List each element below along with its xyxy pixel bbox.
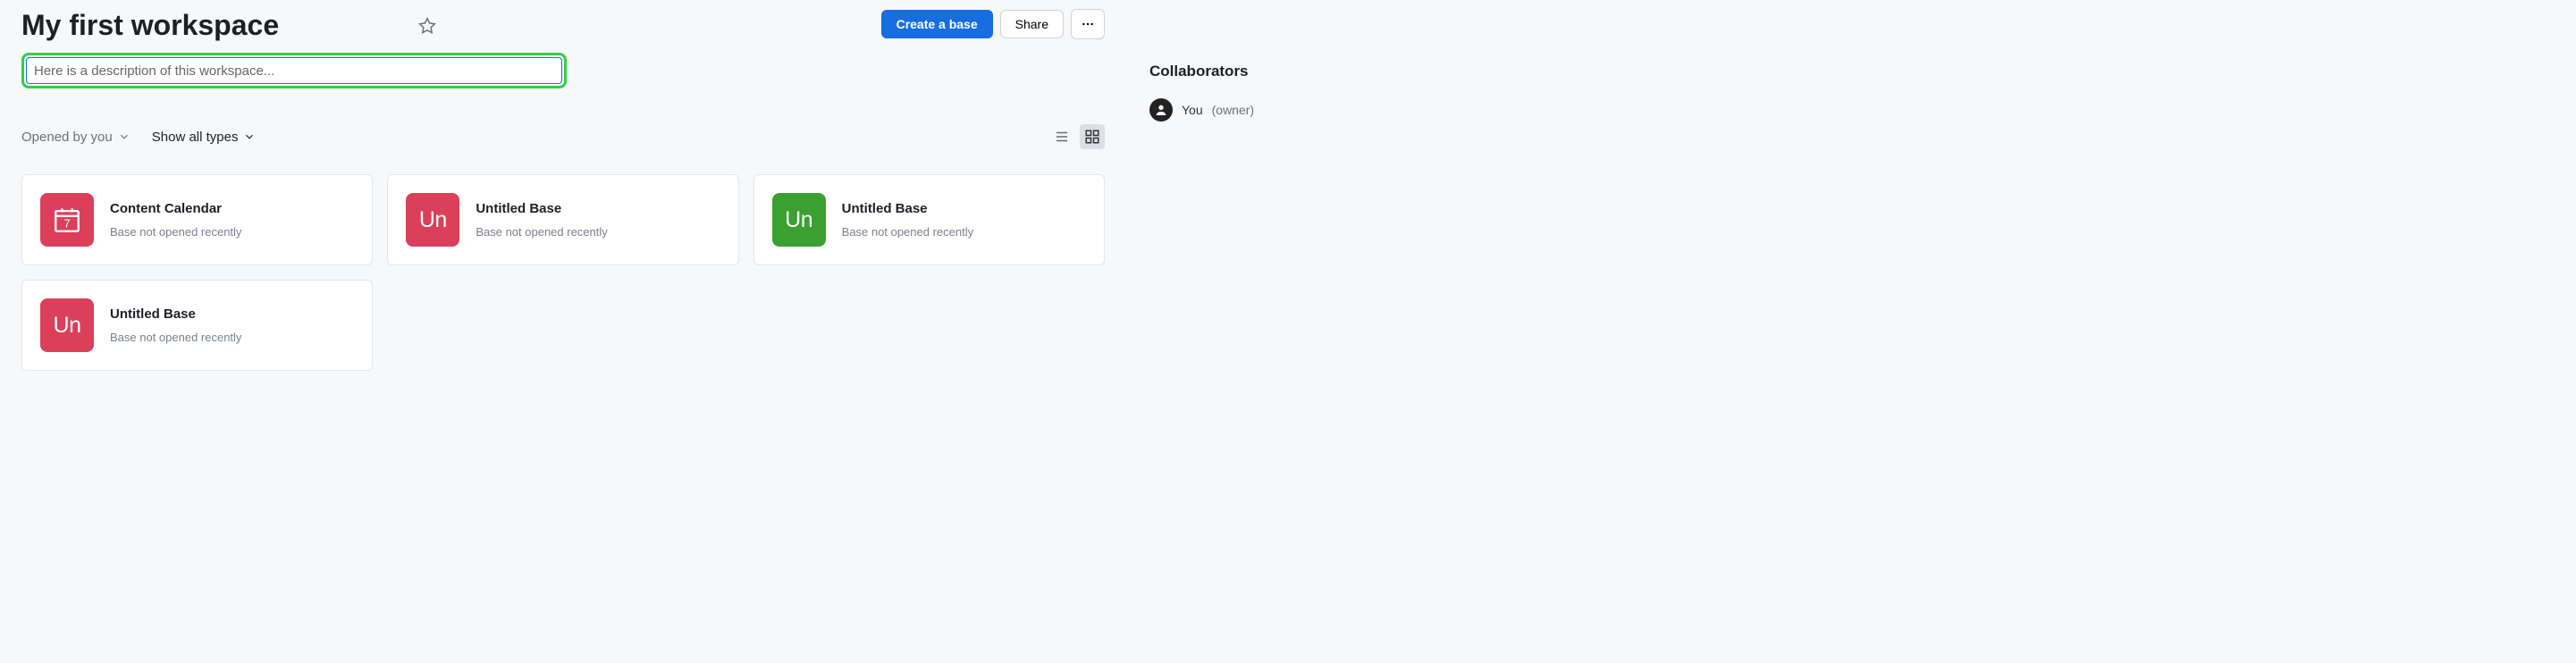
filter-label: Show all types: [152, 130, 239, 145]
sort-label: Opened by you: [21, 130, 113, 145]
base-card[interactable]: Un Untitled Base Base not opened recently: [21, 280, 373, 371]
base-card[interactable]: 7 Content Calendar Base not opened recentl…: [21, 174, 373, 265]
base-card[interactable]: Un Untitled Base Base not opened recently: [387, 174, 738, 265]
base-meta: Base not opened recently: [110, 225, 354, 239]
calendar-icon: 7: [52, 205, 82, 235]
collaborator-role: (owner): [1212, 103, 1254, 117]
base-meta: Base not opened recently: [476, 225, 720, 239]
base-abbrev: Un: [785, 207, 812, 233]
description-highlight: [21, 53, 567, 88]
base-card-body: Untitled Base Base not opened recently: [110, 306, 354, 344]
base-meta: Base not opened recently: [842, 225, 1086, 239]
base-card-body: Content Calendar Base not opened recently: [110, 201, 354, 239]
base-icon: Un: [772, 193, 826, 247]
share-button[interactable]: Share: [1000, 10, 1064, 38]
base-icon: Un: [40, 298, 94, 352]
base-abbrev: Un: [54, 313, 81, 339]
type-filter-dropdown[interactable]: Show all types: [152, 130, 257, 145]
grid-view-button[interactable]: [1080, 124, 1105, 149]
base-meta: Base not opened recently: [110, 331, 354, 344]
avatar: [1149, 98, 1173, 122]
sort-dropdown[interactable]: Opened by you: [21, 130, 130, 145]
favorite-button[interactable]: [413, 12, 442, 40]
base-title: Content Calendar: [110, 201, 354, 216]
chevron-down-icon: [118, 130, 130, 143]
svg-text:7: 7: [63, 217, 70, 231]
base-abbrev: Un: [419, 207, 447, 233]
collaborator-name: You: [1182, 103, 1203, 117]
base-icon: Un: [406, 193, 459, 247]
more-button[interactable]: [1071, 9, 1105, 39]
base-title: Untitled Base: [842, 201, 1086, 216]
create-base-button[interactable]: Create a base: [881, 10, 993, 38]
collaborator-item[interactable]: You (owner): [1149, 98, 1373, 122]
base-title: Untitled Base: [476, 201, 720, 216]
bases-grid: 7 Content Calendar Base not opened recentl…: [21, 174, 1105, 371]
base-card-body: Untitled Base Base not opened recently: [842, 201, 1086, 239]
base-card[interactable]: Un Untitled Base Base not opened recently: [753, 174, 1105, 265]
list-view-button[interactable]: [1049, 124, 1074, 149]
ellipsis-icon: [1081, 17, 1095, 31]
list-icon: [1054, 129, 1070, 145]
workspace-description-input[interactable]: [26, 57, 562, 84]
base-title: Untitled Base: [110, 306, 354, 322]
grid-icon: [1084, 129, 1100, 145]
base-card-body: Untitled Base Base not opened recently: [476, 201, 720, 239]
base-icon: 7: [40, 193, 94, 247]
collaborators-heading: Collaborators: [1149, 63, 1373, 80]
workspace-title[interactable]: My first workspace: [21, 9, 279, 42]
chevron-down-icon: [243, 130, 256, 143]
star-icon: [418, 17, 436, 35]
